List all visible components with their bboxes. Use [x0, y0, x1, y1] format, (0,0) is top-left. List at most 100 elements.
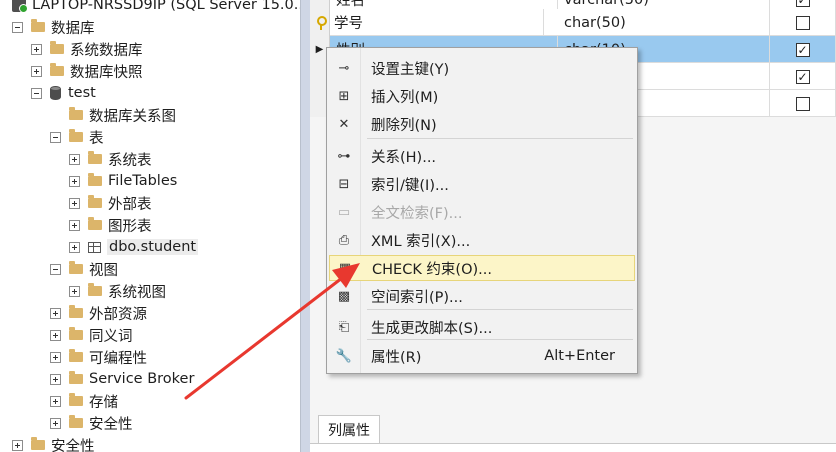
menu-item-relationships[interactable]: ⊶ 关系(H)... [329, 143, 635, 169]
key-icon: ⊸ [338, 60, 350, 76]
folder-icon [88, 217, 102, 230]
table-row[interactable]: 学号 char(50) [310, 9, 836, 36]
tree-label: LAPTOP-NRSSD9IP (SQL Server 15.0... [32, 0, 300, 13]
tree-node-db-diagrams[interactable]: 数据库关系图 [69, 104, 176, 126]
expand-icon[interactable] [50, 395, 61, 407]
menu-separator [367, 138, 633, 139]
folder-icon [31, 437, 45, 450]
splitter[interactable] [300, 0, 310, 452]
expand-icon[interactable] [69, 153, 80, 165]
expand-icon[interactable] [69, 219, 80, 231]
check-constraints-icon: ▦ [338, 260, 352, 276]
expand-icon[interactable] [69, 241, 80, 253]
fulltext-index-icon: ▭ [337, 204, 351, 220]
expand-icon[interactable] [50, 417, 61, 429]
expand-icon[interactable] [50, 307, 61, 319]
tree-label: 存储 [89, 394, 118, 411]
folder-icon [69, 107, 83, 120]
object-explorer: LAPTOP-NRSSD9IP (SQL Server 15.0... 数据库 … [0, 0, 300, 452]
checkmark-icon: ✓ [797, 69, 808, 84]
folder-icon [50, 41, 64, 54]
insert-column-icon: ⊞ [338, 88, 350, 104]
tree-node-programmability[interactable]: 可编程性 [50, 346, 147, 368]
tree-node-security-db[interactable]: 安全性 [50, 412, 133, 434]
tab-column-properties[interactable]: 列属性 [318, 415, 380, 444]
menu-item-label: XML 索引(X)... [371, 233, 471, 250]
menu-item-delete-column[interactable]: ✕ 删除列(N) [329, 111, 635, 137]
tree-node-system-views[interactable]: 系统视图 [69, 280, 166, 302]
expand-icon[interactable] [69, 197, 80, 209]
collapse-icon[interactable] [50, 263, 61, 275]
expand-icon[interactable] [12, 439, 23, 451]
menu-item-label: 全文检索(F)... [371, 205, 463, 222]
tree-node-service-broker[interactable]: Service Broker [50, 368, 194, 390]
column-name-cell[interactable]: 学号 [316, 9, 544, 36]
tree-node-graph-tables[interactable]: 图形表 [69, 214, 152, 236]
tree-label: 外部资源 [89, 306, 147, 323]
expand-icon[interactable] [31, 65, 42, 77]
tree-node-databases[interactable]: 数据库 [12, 16, 95, 38]
primary-key-icon [316, 15, 327, 30]
collapse-icon[interactable] [31, 87, 42, 99]
folder-icon [31, 19, 45, 32]
tree-label: 数据库 [51, 20, 95, 37]
collapse-icon[interactable] [12, 21, 23, 33]
menu-item-label: 生成更改脚本(S)... [371, 320, 493, 337]
tree-node-security-server[interactable]: 安全性 [12, 434, 95, 452]
menu-item-fulltext-index[interactable]: ▭ 全文检索(F)... [329, 199, 635, 225]
collapse-icon[interactable] [50, 131, 61, 143]
delete-column-icon: ✕ [338, 116, 350, 132]
folder-icon [88, 173, 102, 186]
allow-nulls-checkbox[interactable]: ✓ [795, 0, 810, 7]
tree-node-external-resources[interactable]: 外部资源 [50, 302, 147, 324]
expand-icon[interactable] [50, 373, 61, 385]
expand-icon[interactable] [50, 329, 61, 341]
tree-node-dbo-student[interactable]: dbo.student [69, 236, 199, 258]
folder-icon [69, 393, 83, 406]
tree-node-db-snapshots[interactable]: 数据库快照 [31, 60, 143, 82]
allow-nulls-cell [770, 9, 836, 36]
tree-node-storage[interactable]: 存储 [50, 390, 118, 412]
tree-label: FileTables [108, 173, 178, 189]
menu-item-generate-script[interactable]: ⎗ 生成更改脚本(S)... [329, 314, 635, 340]
menu-item-indexes-keys[interactable]: ⊟ 索引/键(I)... [329, 171, 635, 197]
tree-node-filetables[interactable]: FileTables [69, 170, 177, 192]
menu-item-spatial-index[interactable]: ▩ 空间索引(P)... [329, 283, 635, 309]
menu-item-key[interactable]: ⊸ 设置主键(Y) [329, 55, 635, 81]
tree-node-views[interactable]: 视图 [50, 258, 118, 280]
wrench-icon: 🔧 [335, 348, 353, 364]
tree-node-external-tables[interactable]: 外部表 [69, 192, 152, 214]
tree-node-server[interactable]: LAPTOP-NRSSD9IP (SQL Server 15.0... [12, 0, 300, 16]
folder-icon [69, 129, 83, 142]
tree-label: Service Broker [89, 371, 195, 387]
generate-script-icon: ⎗ [338, 319, 350, 335]
folder-icon [69, 327, 83, 340]
tree-label: 系统表 [108, 152, 152, 169]
tree-node-tables[interactable]: 表 [50, 126, 104, 148]
menu-item-xml-index[interactable]: ⎙ XML 索引(X)... [329, 227, 635, 253]
folder-icon [88, 195, 102, 208]
expand-icon[interactable] [69, 285, 80, 297]
allow-nulls-checkbox[interactable] [795, 96, 810, 111]
data-type-cell[interactable]: char(50) [558, 9, 770, 36]
allow-nulls-checkbox[interactable]: ✓ [795, 69, 810, 84]
expand-icon[interactable] [69, 175, 80, 187]
xml-index-icon: ⎙ [338, 232, 350, 248]
menu-item-insert-column[interactable]: ⊞ 插入列(M) [329, 83, 635, 109]
tree-label: 安全性 [89, 416, 133, 433]
tree-node-system-databases[interactable]: 系统数据库 [31, 38, 143, 60]
menu-item-check-constraints[interactable]: ▦ CHECK 约束(O)... [329, 255, 635, 281]
tree-node-test-db[interactable]: test [31, 82, 96, 104]
allow-nulls-checkbox[interactable] [795, 15, 810, 30]
tree-label: 可编程性 [89, 350, 147, 367]
menu-item-wrench[interactable]: 🔧 属性(R) Alt+Enter [329, 343, 635, 369]
expand-icon[interactable] [50, 351, 61, 363]
expand-icon[interactable] [31, 43, 42, 55]
column-properties-panel [310, 443, 836, 452]
tree-node-synonyms[interactable]: 同义词 [50, 324, 133, 346]
allow-nulls-cell [770, 90, 836, 117]
context-menu: ⊸ 设置主键(Y) ⊞ 插入列(M) ✕ 删除列(N) ⊶ 关系(H)... ⊟ 索引/键(I).… [326, 47, 638, 374]
spatial-index-icon: ▩ [337, 288, 351, 304]
allow-nulls-checkbox[interactable]: ✓ [795, 42, 810, 57]
tree-node-system-tables[interactable]: 系统表 [69, 148, 152, 170]
